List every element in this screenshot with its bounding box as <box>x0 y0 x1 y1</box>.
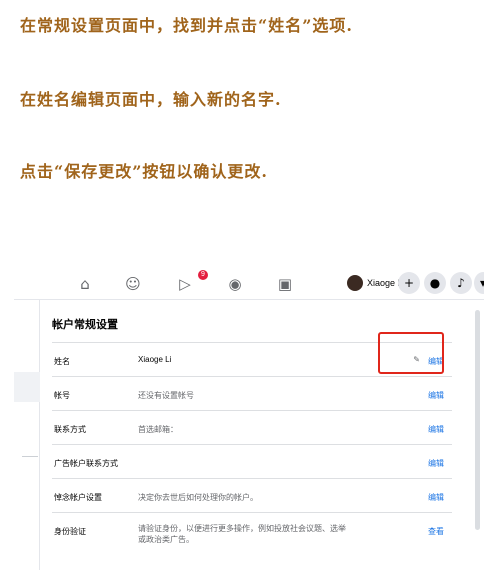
settings-row-contact[interactable]: 联系方式 首选邮箱： 编辑 <box>52 410 452 444</box>
sidebar-divider <box>22 456 38 457</box>
friends-icon[interactable]: ☺ <box>124 275 142 293</box>
settings-sidebar <box>14 300 40 570</box>
sidebar-item-selected[interactable] <box>14 372 40 402</box>
instruction-step-3: 点击“保存更改”按钮以确认更改. <box>20 162 268 181</box>
row-label: 姓名 <box>54 357 70 366</box>
profile-chip[interactable]: Xiaoge Li <box>347 272 405 294</box>
instruction-step-1: 在常规设置页面中，找到并点击“姓名”选项. <box>20 16 353 35</box>
create-button[interactable]: + <box>398 272 420 294</box>
edit-ad-contact-link[interactable]: 编辑 <box>428 458 444 469</box>
row-label: 身份验证 <box>54 527 86 536</box>
messenger-icon[interactable]: ● <box>424 272 446 294</box>
notification-badge: 9 <box>198 270 208 280</box>
edit-memorial-link[interactable]: 编辑 <box>428 492 444 503</box>
settings-row-username[interactable]: 帐号 还没有设置帐号 编辑 <box>52 376 452 410</box>
row-label: 联系方式 <box>54 425 86 434</box>
top-navigation-bar: ⌂ ☺ ▷ 9 ◉ ▣ Xiaoge Li + ● ♪ ▾ <box>14 266 484 300</box>
row-label: 悼念帐户设置 <box>54 493 102 502</box>
row-value: 决定你去世后如何处理你的帐户。 <box>138 493 258 502</box>
avatar <box>347 275 363 291</box>
watch-icon[interactable]: ▷ <box>176 275 194 293</box>
settings-row-identity[interactable]: 身份验证 请验证身份，以便进行更多操作，例如投放社会议题、选举或政治类广告。 查… <box>52 512 452 558</box>
settings-row-memorial[interactable]: 悼念帐户设置 决定你去世后如何处理你的帐户。 编辑 <box>52 478 452 512</box>
scrollbar[interactable] <box>475 310 480 530</box>
row-value: Xiaoge Li <box>138 355 172 364</box>
row-label: 帐号 <box>54 391 70 400</box>
edit-username-link[interactable]: 编辑 <box>428 390 444 401</box>
bell-icon[interactable]: ♪ <box>450 272 472 294</box>
home-icon[interactable]: ⌂ <box>76 275 94 293</box>
row-value: 首选邮箱： <box>138 425 178 434</box>
account-menu-icon[interactable]: ▾ <box>474 272 484 294</box>
gaming-icon[interactable]: ▣ <box>276 275 294 293</box>
view-identity-link[interactable]: 查看 <box>428 526 444 537</box>
row-label: 广告帐户联系方式 <box>54 459 118 468</box>
instruction-step-2: 在姓名编辑页面中，输入新的名字. <box>20 90 282 109</box>
page-title: 帐户常规设置 <box>52 318 118 331</box>
facebook-settings-screenshot: ⌂ ☺ ▷ 9 ◉ ▣ Xiaoge Li + ● ♪ ▾ 帐户常规设置 姓名 … <box>14 266 484 570</box>
settings-row-ad-contact[interactable]: 广告帐户联系方式 编辑 <box>52 444 452 478</box>
edit-contact-link[interactable]: 编辑 <box>428 424 444 435</box>
row-value: 请验证身份，以便进行更多操作，例如投放社会议题、选举或政治类广告。 <box>138 524 346 544</box>
groups-icon[interactable]: ◉ <box>226 275 244 293</box>
row-value: 还没有设置帐号 <box>138 391 194 400</box>
edit-highlight-box <box>378 332 444 374</box>
